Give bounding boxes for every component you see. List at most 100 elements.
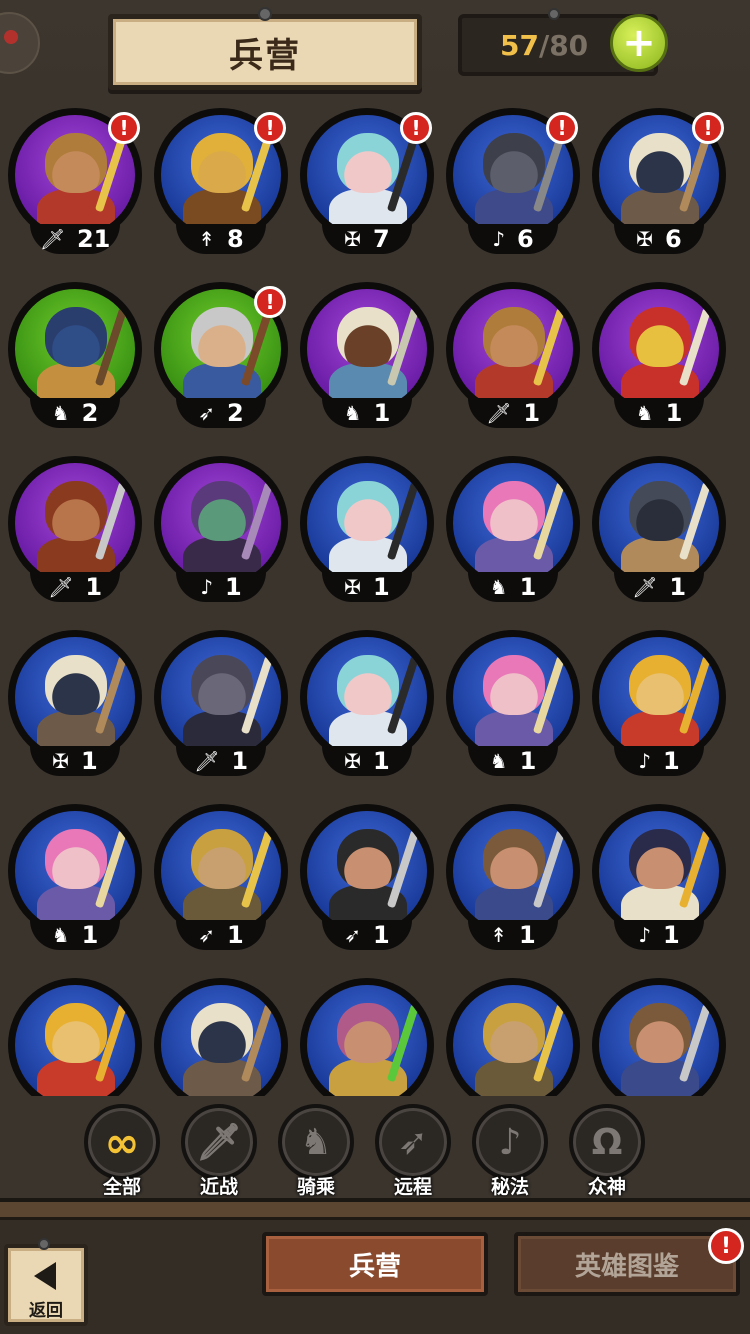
back-button[interactable]: 返回 <box>4 1238 88 1326</box>
unit-portrait <box>599 637 719 757</box>
unit-portrait <box>161 637 281 757</box>
unit-head-art <box>45 481 107 541</box>
unit-card[interactable] <box>446 978 580 1096</box>
unit-card[interactable]: ✠ 1 <box>300 630 434 780</box>
unit-portrait <box>307 637 427 757</box>
unit-card[interactable]: ♪ 1 <box>592 804 726 954</box>
ice-class-icon: ✠ <box>344 749 362 773</box>
unit-card[interactable]: ♞ 2 <box>8 282 142 432</box>
unit-count: 1 <box>373 921 390 949</box>
unit-card[interactable]: ➶ 2! <box>154 282 288 432</box>
unit-card[interactable]: ✠ 1 <box>8 630 142 780</box>
ride-class-icon: ♞ <box>343 401 362 425</box>
filter-button[interactable]: Ω 众神 <box>569 1104 645 1200</box>
capacity-separator: / <box>538 28 550 62</box>
unit-card[interactable] <box>154 978 288 1096</box>
ride-class-icon: ♞ <box>489 749 508 773</box>
unit-card[interactable]: ♞ 1 <box>8 804 142 954</box>
unit-portrait <box>453 985 573 1096</box>
unit-card[interactable]: ↟ 8! <box>154 108 288 258</box>
add-capacity-button[interactable]: + <box>610 14 668 72</box>
unit-portrait-frame <box>300 804 434 938</box>
unit-count: 1 <box>373 747 390 775</box>
unit-card[interactable]: 🗡 1 <box>8 456 142 606</box>
pin-icon <box>258 7 272 21</box>
unit-count: 21 <box>76 225 111 253</box>
unit-card[interactable]: 🗡 1 <box>154 630 288 780</box>
unit-card[interactable] <box>592 978 726 1096</box>
unit-count: 1 <box>81 747 98 775</box>
pin-icon <box>548 8 560 20</box>
back-arrow-icon <box>34 1262 56 1290</box>
unit-card[interactable]: ➶ 1 <box>300 804 434 954</box>
unit-card[interactable]: ✠ 1 <box>300 456 434 606</box>
unit-card[interactable] <box>300 978 434 1096</box>
filter-button[interactable]: ∞ 全部 <box>84 1104 160 1200</box>
unit-head-art <box>629 1003 691 1063</box>
unit-card[interactable]: ♪ 6! <box>446 108 580 258</box>
unit-portrait <box>453 289 573 409</box>
unit-card[interactable]: ✠ 6! <box>592 108 726 258</box>
unit-count: 8 <box>227 225 244 253</box>
unit-portrait <box>15 637 135 757</box>
unit-portrait <box>15 811 135 931</box>
unit-card[interactable]: ♞ 1 <box>446 456 580 606</box>
unit-head-art <box>483 655 545 715</box>
unit-portrait-frame <box>300 282 434 416</box>
filter-label: 近战 <box>199 1176 238 1198</box>
unit-portrait-frame <box>8 978 142 1096</box>
unit-count: 7 <box>373 225 390 253</box>
filter-button[interactable]: 🗡 近战 <box>181 1104 257 1200</box>
unit-head-art <box>483 133 545 193</box>
unit-card[interactable]: ♪ 1 <box>154 456 288 606</box>
filter-icon: ➶ <box>375 1104 451 1180</box>
unit-card[interactable]: ♞ 1 <box>446 630 580 780</box>
unit-card[interactable]: ↟ 1 <box>446 804 580 954</box>
ride-class-icon: ♞ <box>635 401 654 425</box>
unit-head-art <box>337 1003 399 1063</box>
unit-count-badge: ↟ 1 <box>468 920 558 950</box>
unit-card[interactable]: 🗡 1 <box>592 456 726 606</box>
unit-head-art <box>191 133 253 193</box>
unit-card[interactable]: ♪ 1 <box>592 630 726 780</box>
unit-portrait <box>599 289 719 409</box>
unit-portrait <box>307 463 427 583</box>
unit-portrait-frame <box>592 978 726 1096</box>
unit-count: 1 <box>669 573 687 601</box>
unit-count: 6 <box>517 225 534 253</box>
unit-portrait <box>453 811 573 931</box>
unit-count-badge: ↟ 8 <box>176 224 266 254</box>
filter-icon: ∞ <box>84 1104 160 1180</box>
unit-head-art <box>483 481 545 541</box>
ranged-class-icon: ➶ <box>344 923 362 947</box>
unit-portrait <box>599 985 719 1096</box>
ice-class-icon: ✠ <box>636 227 654 251</box>
filter-button[interactable]: ♪ 秘法 <box>472 1104 548 1200</box>
unit-portrait-frame <box>592 282 726 416</box>
melee-class-icon: 🗡 <box>485 401 512 425</box>
filter-button[interactable]: ➶ 远程 <box>375 1104 451 1200</box>
unit-portrait-frame <box>8 804 142 938</box>
unit-head-art <box>191 307 253 367</box>
unit-portrait-frame <box>446 978 580 1096</box>
unit-card[interactable]: ✠ 7! <box>300 108 434 258</box>
unit-count-badge: ♞ 1 <box>614 398 704 428</box>
tab-barracks[interactable]: 兵营 <box>262 1232 488 1296</box>
tab-hero-codex[interactable]: 英雄图鉴 <box>514 1232 740 1296</box>
unit-card[interactable]: 🗡 21! <box>8 108 142 258</box>
unit-card[interactable]: ➶ 1 <box>154 804 288 954</box>
unit-count-badge: ♪ 1 <box>176 572 266 602</box>
unit-card[interactable] <box>8 978 142 1096</box>
unit-count-badge: ♞ 1 <box>30 920 120 950</box>
unit-card[interactable]: ♞ 1 <box>300 282 434 432</box>
unit-portrait <box>307 811 427 931</box>
filter-button[interactable]: ♞ 骑乘 <box>278 1104 354 1200</box>
unit-portrait-frame <box>8 282 142 416</box>
unit-card[interactable]: ♞ 1 <box>592 282 726 432</box>
unit-card[interactable]: 🗡 1 <box>446 282 580 432</box>
unit-count: 1 <box>227 921 244 949</box>
unit-portrait-frame <box>446 282 580 416</box>
unit-portrait-frame <box>446 804 580 938</box>
unit-count-badge: 🗡 21 <box>30 224 120 254</box>
bottom-bar: 兵营 英雄图鉴 <box>0 1198 750 1334</box>
